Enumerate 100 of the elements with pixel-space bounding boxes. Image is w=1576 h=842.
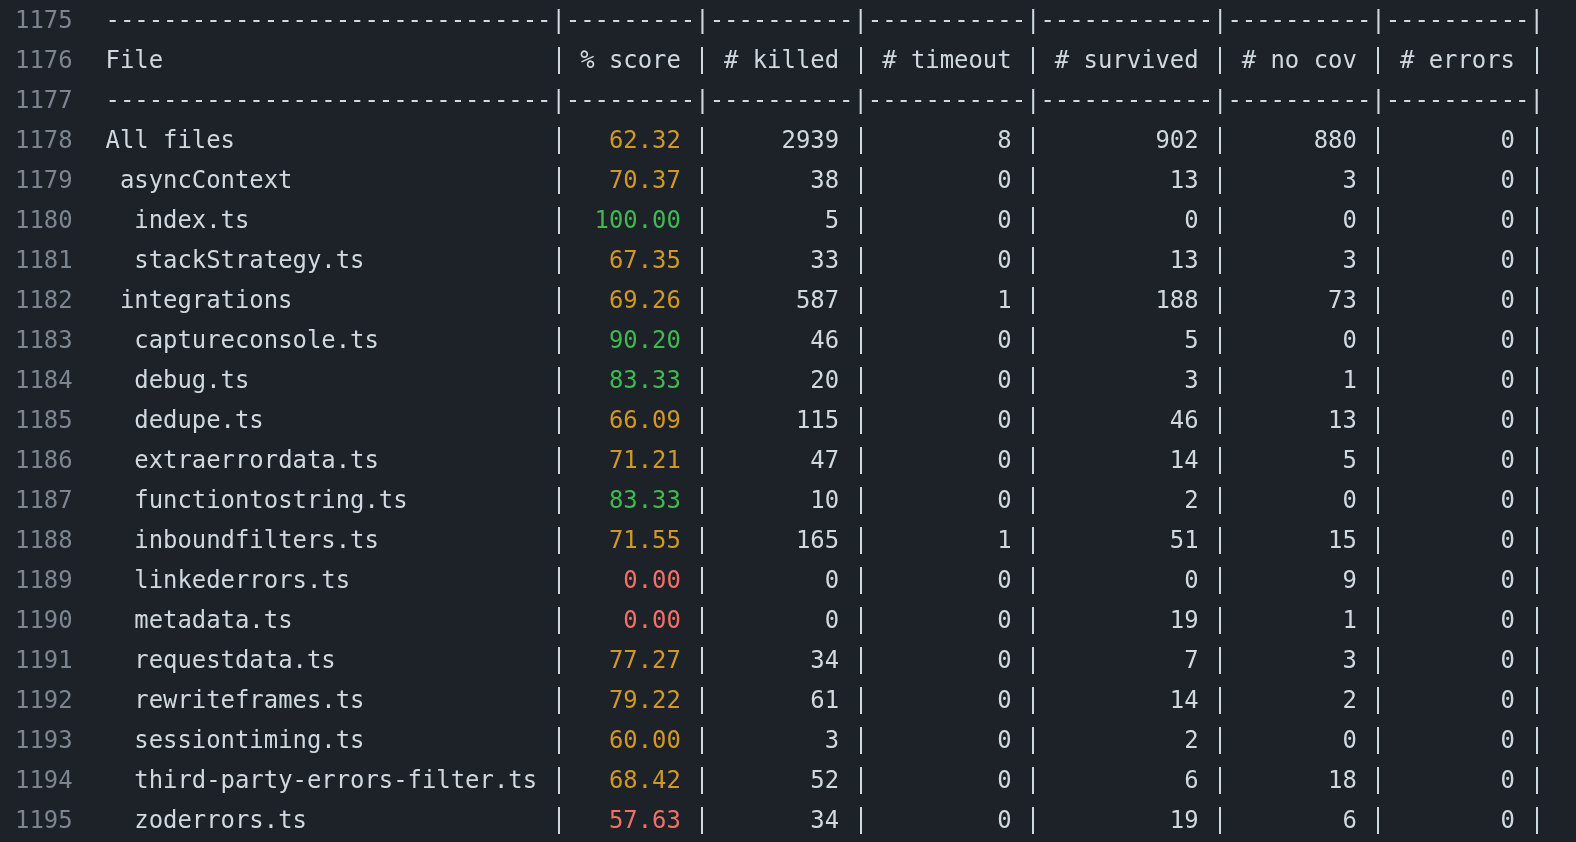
errors-count: 0	[1500, 206, 1515, 234]
survived-count: 5	[1184, 326, 1199, 354]
no-coverage-count: 3	[1342, 166, 1357, 194]
timeout-count: 0	[997, 326, 1012, 354]
score-value: 66.09	[608, 406, 681, 434]
file-name: requestdata.ts	[134, 646, 336, 674]
column-header: % score	[580, 46, 681, 74]
file-name: sessiontiming.ts	[134, 726, 365, 754]
score-value: 60.00	[608, 726, 681, 754]
survived-count: 0	[1184, 566, 1199, 594]
timeout-count: 0	[997, 766, 1012, 794]
errors-count: 0	[1500, 526, 1515, 554]
no-coverage-count: 0	[1342, 726, 1357, 754]
no-coverage-count: 0	[1342, 206, 1357, 234]
score-value: 62.32	[608, 126, 681, 154]
no-coverage-count: 18	[1328, 766, 1357, 794]
line-number: 1195	[15, 806, 73, 834]
survived-count: 0	[1184, 206, 1199, 234]
timeout-count: 0	[997, 566, 1012, 594]
no-coverage-count: 9	[1342, 566, 1357, 594]
file-name: third-party-errors-filter.ts	[134, 766, 538, 794]
killed-count: 52	[810, 766, 840, 794]
file-name: index.ts	[134, 206, 250, 234]
errors-count: 0	[1500, 606, 1515, 634]
survived-count: 902	[1155, 126, 1199, 154]
score-value: 68.42	[608, 766, 681, 794]
timeout-count: 0	[997, 246, 1012, 274]
timeout-count: 1	[997, 526, 1012, 554]
file-name: debug.ts	[134, 366, 250, 394]
errors-count: 0	[1500, 646, 1515, 674]
timeout-count: 0	[997, 366, 1012, 394]
separator-line: -------------------------------|---------|----------|-----------|------------|----------|----------|	[105, 6, 1544, 34]
errors-count: 0	[1500, 686, 1515, 714]
line-number: 1180	[15, 206, 73, 234]
errors-count: 0	[1500, 766, 1515, 794]
line-number: 1181	[15, 246, 73, 274]
no-coverage-count: 0	[1342, 486, 1357, 514]
column-header: File	[105, 46, 164, 74]
survived-count: 2	[1184, 726, 1199, 754]
score-value: 79.22	[608, 686, 681, 714]
killed-count: 46	[810, 326, 840, 354]
line-number: 1183	[15, 326, 73, 354]
file-name: zoderrors.ts	[134, 806, 307, 834]
timeout-count: 0	[997, 166, 1012, 194]
line-number: 1188	[15, 526, 73, 554]
survived-count: 46	[1169, 406, 1199, 434]
score-value: 0.00	[623, 606, 681, 634]
killed-count: 587	[795, 286, 840, 314]
killed-count: 34	[810, 646, 840, 674]
no-coverage-count: 3	[1342, 246, 1357, 274]
killed-count: 5	[824, 206, 840, 234]
killed-count: 2939	[781, 126, 840, 154]
timeout-count: 0	[997, 486, 1012, 514]
score-value: 0.00	[623, 566, 681, 594]
line-number: 1184	[15, 366, 73, 394]
line-number: 1190	[15, 606, 73, 634]
line-number: 1175	[15, 6, 73, 34]
killed-count: 20	[810, 366, 840, 394]
survived-count: 7	[1184, 646, 1199, 674]
errors-count: 0	[1500, 366, 1515, 394]
no-coverage-count: 15	[1328, 526, 1357, 554]
score-value: 69.26	[608, 286, 681, 314]
errors-count: 0	[1500, 326, 1515, 354]
survived-count: 14	[1169, 446, 1199, 474]
line-number: 1191	[15, 646, 73, 674]
timeout-count: 0	[997, 726, 1012, 754]
killed-count: 38	[810, 166, 840, 194]
no-coverage-count: 1	[1342, 606, 1357, 634]
no-coverage-count: 13	[1328, 406, 1357, 434]
no-coverage-count: 1	[1342, 366, 1357, 394]
column-header: # killed	[723, 46, 840, 74]
errors-count: 0	[1500, 166, 1515, 194]
errors-count: 0	[1500, 446, 1515, 474]
file-name: inboundfilters.ts	[134, 526, 379, 554]
no-coverage-count: 0	[1342, 326, 1357, 354]
survived-count: 6	[1184, 766, 1199, 794]
file-name: dedupe.ts	[134, 406, 264, 434]
survived-count: 13	[1169, 166, 1199, 194]
errors-count: 0	[1500, 126, 1515, 154]
score-value: 70.37	[608, 166, 681, 194]
column-header: # timeout	[882, 46, 1012, 74]
line-number: 1185	[15, 406, 73, 434]
line-number: 1187	[15, 486, 73, 514]
score-value: 71.21	[608, 446, 681, 474]
survived-count: 3	[1184, 366, 1199, 394]
killed-count: 0	[824, 606, 840, 634]
timeout-count: 8	[997, 126, 1012, 154]
survived-count: 188	[1155, 286, 1199, 314]
file-name: rewriteframes.ts	[134, 686, 365, 714]
killed-count: 10	[810, 486, 840, 514]
timeout-count: 0	[997, 646, 1012, 674]
separator-line: -------------------------------|---------|----------|-----------|------------|----------|----------|	[105, 86, 1544, 114]
file-name: functiontostring.ts	[134, 486, 408, 514]
errors-count: 0	[1500, 726, 1515, 754]
timeout-count: 0	[997, 446, 1012, 474]
line-number: 1192	[15, 686, 73, 714]
line-number: 1177	[15, 86, 73, 114]
line-number: 1178	[15, 126, 73, 154]
timeout-count: 0	[997, 606, 1012, 634]
line-number: 1182	[15, 286, 73, 314]
